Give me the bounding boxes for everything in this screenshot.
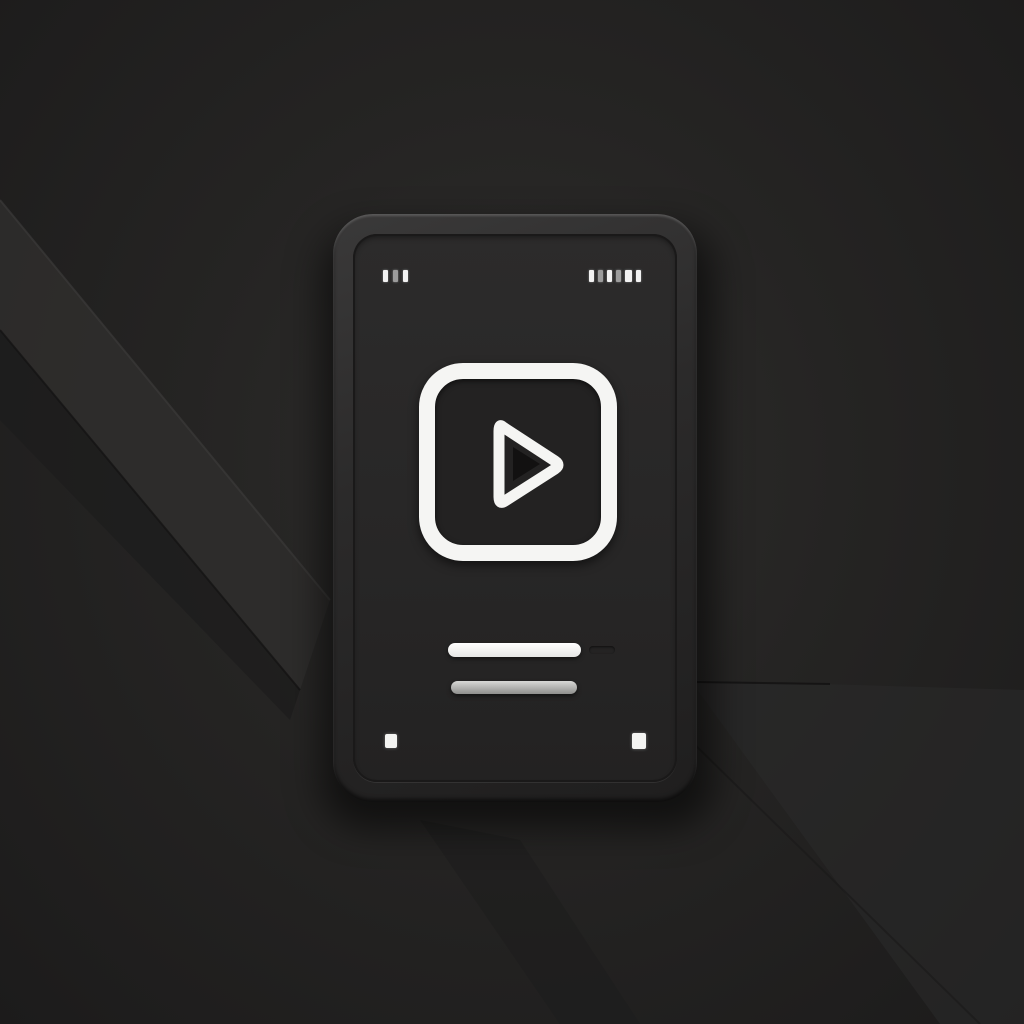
battery-segment — [589, 270, 594, 282]
signal-bar — [393, 270, 398, 282]
signal-bar — [403, 270, 408, 282]
corner-marker-left — [385, 734, 397, 748]
battery-segment — [616, 270, 621, 282]
signal-icon — [383, 270, 408, 282]
subtitle-line — [451, 681, 577, 694]
illustration-scene — [0, 0, 1024, 1024]
battery-segment — [636, 270, 641, 282]
battery-segment — [625, 270, 632, 282]
signal-bar — [383, 270, 388, 282]
corner-marker-right — [632, 733, 646, 749]
title-line — [448, 643, 581, 657]
title-line-tail — [589, 646, 615, 654]
battery-segment — [598, 270, 603, 282]
phone-screen — [353, 234, 677, 782]
battery-segment — [607, 270, 612, 282]
play-icon — [493, 420, 564, 508]
battery-icon — [589, 270, 641, 282]
phone-frame — [333, 214, 697, 802]
play-button[interactable] — [419, 363, 617, 561]
